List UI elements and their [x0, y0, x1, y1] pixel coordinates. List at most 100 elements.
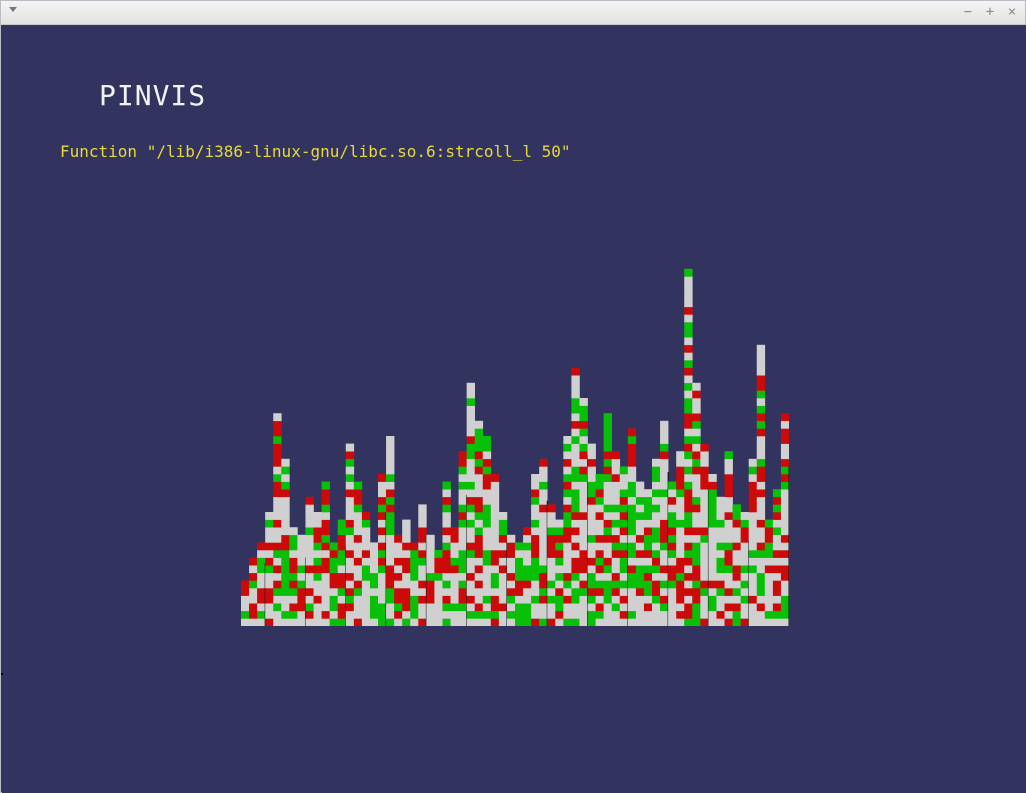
heatmap-cell [450, 550, 459, 558]
heatmap-cell [482, 565, 492, 574]
heatmap-cell [474, 603, 484, 612]
heatmap-cell [369, 542, 379, 551]
minimize-icon[interactable]: − [959, 3, 977, 21]
visualization-canvas[interactable]: PINVIS Function "/lib/i386-linux-gnu/lib… [2, 25, 1026, 793]
heatmap-cell [611, 481, 621, 490]
chevron-down-icon[interactable] [9, 7, 17, 12]
heatmap-cell [603, 542, 613, 551]
heatmap-cell [692, 458, 701, 467]
heatmap-cell [281, 572, 290, 581]
heatmap-cell [571, 572, 580, 581]
heatmap-cell [563, 534, 572, 543]
heatmap-cell [724, 565, 733, 574]
heatmap-cell [756, 595, 766, 604]
heatmap-cell [660, 512, 669, 520]
heatmap-cell [684, 276, 693, 285]
heatmap-cell [563, 557, 572, 566]
heatmap-cell [603, 413, 613, 422]
heatmap-cell [740, 542, 750, 551]
heatmap-cell [458, 618, 467, 626]
heatmap-cell [466, 610, 476, 619]
heatmap-cell [466, 588, 476, 596]
heatmap-cell [756, 603, 766, 612]
heatmap-cell [627, 481, 637, 490]
title-bar[interactable]: − + × [1, 1, 1025, 25]
heatmap-cell [297, 550, 306, 558]
heatmap-cell [748, 534, 758, 543]
heatmap-cell [708, 519, 717, 528]
heatmap-cell [603, 428, 613, 437]
heatmap-cell [361, 550, 371, 558]
heatmap-cell [692, 428, 701, 437]
heatmap-cell [652, 504, 661, 513]
maximize-icon[interactable]: + [981, 3, 999, 21]
heatmap-cell [249, 588, 258, 596]
heatmap-cell [611, 489, 621, 498]
heatmap-cell [547, 504, 556, 513]
heatmap-cell [756, 390, 766, 399]
heatmap-cell [684, 550, 693, 558]
heatmap-cell [764, 557, 774, 566]
heatmap-cell [531, 618, 540, 626]
heatmap-cell [257, 603, 266, 612]
heatmap-cell [571, 382, 580, 391]
heatmap-cell [708, 588, 717, 596]
heatmap-cell [378, 610, 387, 619]
heatmap-cell [595, 504, 604, 513]
heatmap-cell [772, 550, 782, 558]
heatmap-cell [353, 504, 363, 513]
heatmap-cell [442, 504, 451, 513]
heatmap-cell [539, 572, 548, 581]
heatmap-cell [394, 603, 403, 612]
heatmap-cell [547, 542, 556, 551]
heatmap-cell [571, 375, 580, 384]
heatmap-cell [764, 580, 774, 589]
heatmap-cell [571, 504, 580, 513]
heatmap-cell [361, 512, 371, 520]
heatmap-cell [361, 565, 371, 574]
heatmap-cell [273, 496, 282, 505]
heatmap-cell [563, 466, 572, 475]
heatmap-cell [523, 588, 532, 596]
heatmap-cell [273, 512, 282, 520]
heatmap-cell [676, 466, 685, 475]
heatmap-cell [740, 512, 750, 520]
heatmap-cell [281, 580, 290, 589]
heatmap-cell [281, 512, 290, 520]
heatmap-cell [482, 580, 492, 589]
heatmap-cell [281, 534, 290, 543]
heatmap-cell [531, 512, 540, 520]
heatmap-cell [249, 580, 258, 589]
heatmap-cell [458, 512, 467, 520]
heatmap-cell [780, 466, 789, 475]
heatmap-cell [498, 512, 508, 520]
heatmap-cell [700, 458, 709, 467]
heatmap-cell [756, 504, 766, 513]
heatmap-cell [684, 284, 693, 292]
heatmap-cell [684, 375, 693, 384]
heatmap-cell [337, 572, 347, 581]
heatmap-cell [740, 534, 750, 543]
heatmap-cell [265, 618, 274, 626]
close-icon[interactable]: × [1003, 3, 1021, 21]
heatmap-cell [643, 618, 653, 626]
heatmap-cell [619, 504, 629, 513]
heatmap-cell [587, 443, 596, 452]
heatmap-cell [547, 565, 556, 574]
heatmap-cell [660, 527, 669, 536]
heatmap-cell [466, 534, 476, 543]
heatmap-cell [660, 496, 669, 505]
heatmap-cell [273, 504, 282, 513]
heatmap-cell [619, 588, 629, 596]
heatmap-cell [410, 580, 419, 589]
heatmap-cell [482, 588, 492, 596]
heatmap-cell [571, 519, 580, 528]
heatmap-cell [353, 595, 363, 604]
heatmap-cell [595, 527, 604, 536]
heatmap-cell [305, 504, 314, 513]
heatmap-cell [523, 572, 532, 581]
heatmap-cell [587, 618, 596, 626]
heatmap-cell [587, 565, 596, 574]
heatmap-cell [426, 550, 435, 558]
heatmap-cell [692, 481, 701, 490]
